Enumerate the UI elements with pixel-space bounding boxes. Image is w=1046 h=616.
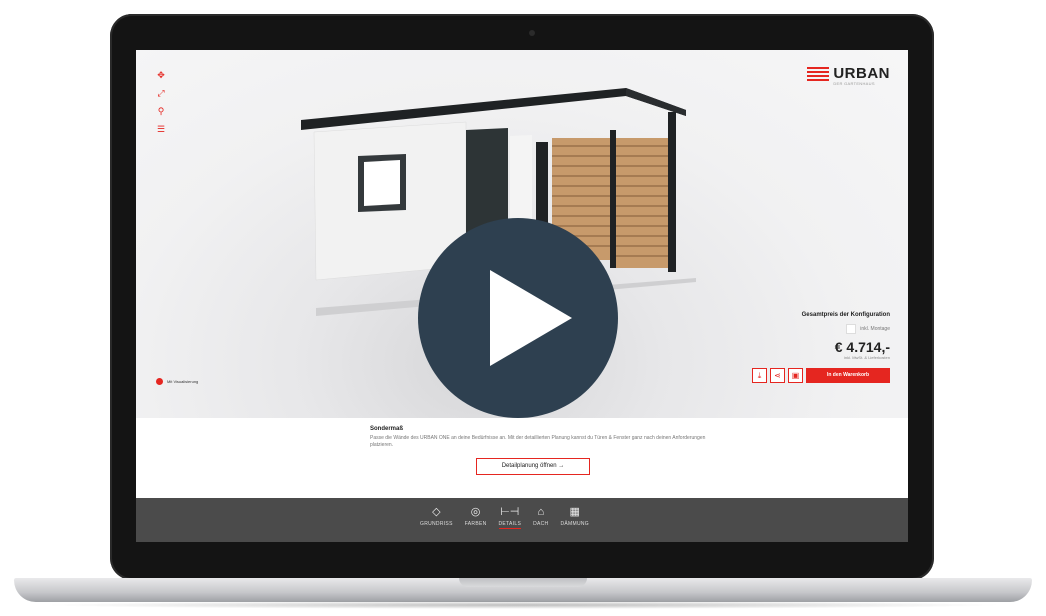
- insulation-icon: ▦: [569, 506, 580, 518]
- laptop-shadow: [40, 601, 1006, 609]
- nav-label: GRUNDRISS: [420, 521, 453, 527]
- nav-item-dach[interactable]: ⌂ DACH: [533, 506, 548, 529]
- nav-item-farben[interactable]: ◎ FARBEN: [465, 506, 487, 529]
- roof-icon: ⌂: [537, 506, 545, 518]
- measure-icon: ⊢⊣: [500, 506, 520, 518]
- floorplan-icon: ◇: [432, 506, 441, 518]
- montage-checkbox[interactable]: [846, 324, 857, 334]
- montage-row: inkl. Montage: [750, 324, 890, 334]
- nav-label: DÄMMUNG: [560, 521, 589, 527]
- urban-logo[interactable]: URBAN DER GARTENHAUS: [807, 66, 890, 86]
- play-icon: [490, 270, 572, 366]
- logo-mark-icon: [807, 67, 830, 85]
- record-dot-icon: [156, 378, 163, 385]
- download-icon[interactable]: ⤓: [752, 368, 767, 383]
- info-title: Sondermaß: [370, 426, 404, 432]
- bottom-nav: ◇ GRUNDRISS ◎ FARBEN ⊢⊣ DETAILS ⌂ DACH ▦…: [136, 498, 908, 542]
- price-subtext: inkl. MwSt. & Lieferkosten: [843, 355, 890, 360]
- share-icon[interactable]: ⋖: [770, 368, 785, 383]
- price-title: Gesamtpreis der Konfiguration: [801, 312, 890, 318]
- info-description: Passe die Wände des URBAN ONE an deine B…: [370, 435, 706, 448]
- nav-item-daemmung[interactable]: ▦ DÄMMUNG: [560, 506, 589, 529]
- montage-label: inkl. Montage: [860, 326, 890, 332]
- price-panel: Gesamtpreis der Konfiguration inkl. Mont…: [750, 312, 890, 383]
- palette-icon: ◎: [470, 506, 481, 518]
- nav-item-details[interactable]: ⊢⊣ DETAILS: [498, 506, 522, 529]
- info-section: Sondermaß Passe die Wände des URBAN ONE …: [370, 426, 710, 449]
- viz-note-label: Mit Visualisierung: [167, 379, 199, 384]
- visualization-toggle[interactable]: Mit Visualisierung: [156, 378, 198, 385]
- window-glass: [364, 160, 400, 206]
- video-play-button[interactable]: [418, 218, 618, 418]
- add-to-cart-button[interactable]: In den Warenkorb: [806, 368, 890, 383]
- price-actions: ⤓ ⋖ ▣ In den Warenkorb: [750, 368, 890, 383]
- logo-word: URBAN: [833, 65, 890, 82]
- detail-planning-button[interactable]: Detailplanung öffnen →: [476, 458, 590, 475]
- logo-sub: DER GARTENHAUS: [833, 81, 875, 86]
- total-price: € 4.714,-: [834, 339, 890, 355]
- roof-front: [626, 88, 686, 116]
- nav-items: ◇ GRUNDRISS ◎ FARBEN ⊢⊣ DETAILS ⌂ DACH ▦…: [420, 506, 589, 529]
- nav-label: FARBEN: [464, 521, 487, 527]
- camera-icon: [529, 30, 535, 36]
- nav-item-grundriss[interactable]: ◇ GRUNDRISS: [420, 506, 453, 529]
- laptop-notch: [459, 578, 587, 587]
- nav-label: DETAILS: [498, 521, 522, 529]
- nav-label: DACH: [533, 521, 549, 527]
- save-icon[interactable]: ▣: [788, 368, 803, 383]
